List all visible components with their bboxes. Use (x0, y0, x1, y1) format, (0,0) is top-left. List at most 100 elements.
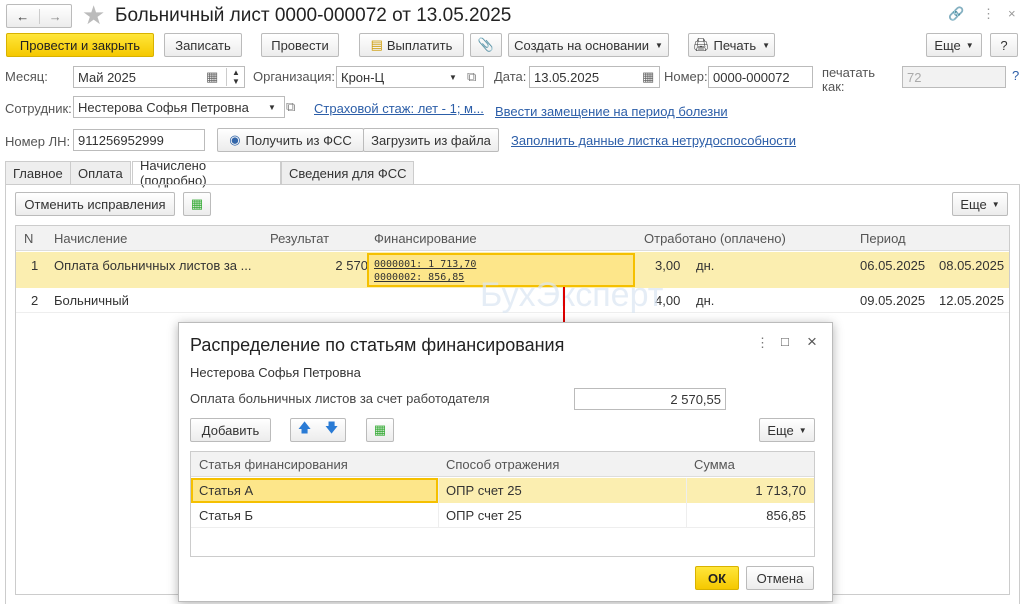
row-method: ОПР счет 25 (446, 508, 522, 523)
print-as-field[interactable]: 72 (902, 66, 1006, 88)
financing-table: Статья финансирования Способ отражения С… (190, 451, 815, 557)
row-accrual: Больничный (54, 293, 129, 308)
arrow-down-icon[interactable]: 🡇 (318, 419, 345, 441)
close-icon[interactable]: × (1008, 6, 1016, 21)
back-icon[interactable]: ← (7, 8, 40, 24)
header-result: Результат (270, 231, 330, 246)
table-add-icon: ▦ (373, 422, 387, 437)
org-value: Крон-Ц (341, 69, 385, 85)
print-label: Печать (713, 37, 757, 53)
fss-icon: ◉ (229, 132, 241, 147)
row-sum: 1 713,70 (755, 483, 806, 498)
employee-value: Нестерова Софья Петровна (78, 99, 249, 115)
load-file-button[interactable]: Загрузить из файла (363, 128, 499, 152)
table-add-icon: ▦ (190, 196, 204, 211)
dropdown-icon[interactable]: ▼ (268, 103, 276, 112)
row-from: 09.05.2025 (860, 293, 926, 308)
row-method: ОПР счет 25 (446, 483, 522, 498)
create-based-label: Создать на основании (514, 37, 649, 53)
dropdown-icon[interactable]: ▼ (449, 73, 457, 82)
row-to: 12.05.2025 (939, 293, 1005, 308)
open-icon[interactable]: ⧉ (467, 69, 476, 85)
date-field[interactable]: 13.05.2025 ▦ (529, 66, 660, 88)
financing-dialog: Распределение по статьям финансирования … (178, 322, 833, 602)
ok-button[interactable]: ОК (695, 566, 739, 590)
table-more-button[interactable]: Еще ▼ (952, 192, 1008, 216)
more-button[interactable]: Еще ▼ (926, 33, 982, 57)
employee-label: Сотрудник: (5, 101, 72, 116)
insurance-link[interactable]: Страховой стаж: лет - 1; м... (314, 101, 484, 116)
header-accrual: Начисление (54, 231, 128, 246)
paperclip-icon: 📎 (477, 37, 495, 52)
print-as-label: печатать как: (822, 65, 876, 94)
header-sum: Сумма (694, 457, 735, 472)
get-fss-label: Получить из ФСС (245, 132, 352, 148)
chevron-down-icon: ▼ (798, 425, 807, 435)
header-item: Статья финансирования (199, 457, 348, 472)
row-sum: 856,85 (766, 508, 806, 523)
dialog-employee: Нестерова Софья Петровна (190, 365, 361, 380)
date-label: Дата: (494, 69, 527, 84)
number-field[interactable]: 0000-000072 (708, 66, 813, 88)
row-accrual: Оплата больничных листов за ... (54, 258, 252, 273)
menu-icon[interactable]: ⋮ (756, 335, 769, 351)
close-icon[interactable]: × (807, 332, 817, 352)
number-label: Номер: (664, 69, 708, 84)
ln-label: Номер ЛН: (5, 134, 71, 149)
ln-field[interactable]: 911256952999 (73, 129, 205, 151)
watermark: БухЭксперт (480, 276, 664, 314)
favorite-star-icon[interactable]: ★ (82, 0, 105, 31)
more-label: Еще (960, 196, 987, 212)
dialog-more-button[interactable]: Еще ▼ (759, 418, 815, 442)
print-button[interactable]: 🖨 Печать ▼ (688, 33, 775, 57)
get-fss-button[interactable]: ◉ Получить из ФСС (217, 128, 364, 152)
save-button[interactable]: Записать (164, 33, 242, 57)
open-icon[interactable]: ⧉ (286, 99, 295, 115)
row-item: Статья Б (199, 508, 254, 523)
org-label: Организация: (253, 69, 336, 84)
column-divider (686, 478, 687, 528)
tab-accrued-detailed[interactable]: Начислено (подробно) (132, 158, 281, 188)
financing-line[interactable]: 0000001: 1 713,70 (374, 258, 628, 271)
employee-field[interactable]: Нестерова Софья Петровна ▼ (73, 96, 285, 118)
sum-label: Оплата больничных листов за счет работод… (190, 391, 490, 406)
row-worked: 3,00 (655, 258, 681, 273)
chevron-down-icon: ▼ (991, 199, 1000, 209)
pay-icon: ▤ (370, 37, 383, 52)
dialog-title: Распределение по статьям финансирования (190, 335, 565, 355)
row-n: 1 (31, 258, 39, 273)
replacement-link[interactable]: Ввести замещение на период болезни (495, 104, 728, 119)
header-worked: Отработано (оплачено) (644, 231, 786, 246)
create-based-button[interactable]: Создать на основании ▼ (508, 33, 669, 57)
post-button[interactable]: Провести (261, 33, 339, 57)
header-n: N (24, 231, 34, 246)
fill-data-link[interactable]: Заполнить данные листка нетрудоспособнос… (511, 133, 796, 148)
row-unit: дн. (696, 293, 715, 308)
spinner-icon[interactable]: ▲ ▼ (226, 68, 240, 86)
sum-field[interactable]: 2 570,55 (574, 388, 726, 410)
org-field[interactable]: Крон-Ц ▼ ⧉ (336, 66, 484, 88)
pay-button[interactable]: ▤ Выплатить (359, 33, 464, 57)
tab-fss-info[interactable]: Сведения для ФСС (281, 161, 415, 185)
calendar-icon[interactable]: ▦ (642, 69, 654, 85)
tab-main[interactable]: Главное (5, 161, 71, 185)
attach-button[interactable]: 📎 (470, 33, 502, 57)
link-icon[interactable]: 🔗 (948, 6, 964, 22)
add-button[interactable]: Добавить (190, 418, 271, 442)
calendar-icon[interactable]: ▦ (206, 69, 218, 85)
cancel-corrections-button[interactable]: Отменить исправления (15, 192, 175, 216)
header-period: Период (860, 231, 906, 246)
arrow-up-icon[interactable]: 🡅 (291, 419, 318, 441)
forward-icon[interactable]: → (40, 9, 72, 24)
cancel-button[interactable]: Отмена (746, 566, 814, 590)
menu-icon[interactable]: ⋮ (982, 6, 995, 22)
chevron-down-icon: ▼ (965, 40, 974, 50)
month-field[interactable]: Май 2025 ▦ ▲ ▼ (73, 66, 245, 88)
maximize-icon[interactable]: □ (781, 334, 789, 349)
help-link[interactable]: ? (1012, 68, 1019, 83)
help-button[interactable]: ? (990, 33, 1018, 57)
add-row-button[interactable]: ▦ (183, 192, 211, 216)
tab-payment[interactable]: Оплата (70, 161, 131, 185)
add-row-button[interactable]: ▦ (366, 418, 394, 442)
post-and-close-button[interactable]: Провести и закрыть (6, 33, 154, 57)
